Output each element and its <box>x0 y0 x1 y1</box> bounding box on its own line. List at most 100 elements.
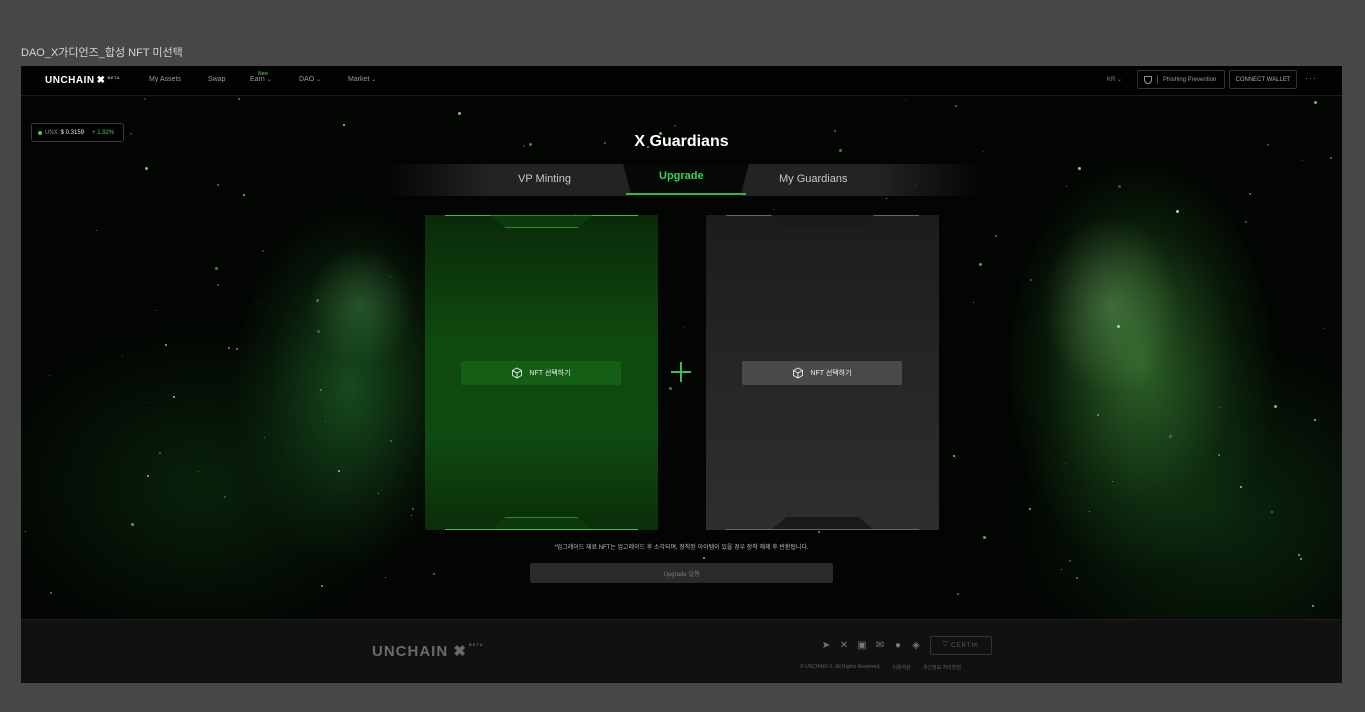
phishing-prevention-button[interactable]: Phishing Prevention <box>1137 70 1225 89</box>
divider <box>1157 75 1158 84</box>
star <box>1029 278 1032 281</box>
telegram-icon[interactable]: ➤ <box>820 640 832 652</box>
star <box>1299 558 1302 561</box>
nft-slot-primary: NFT 선택하기 <box>425 215 658 530</box>
tab-active-indicator <box>626 193 746 195</box>
star <box>217 283 220 286</box>
star <box>238 98 241 101</box>
logo-x-icon: ✖ <box>453 643 467 660</box>
star <box>1313 418 1316 421</box>
footer-links: © UNCHAIN X. All Rights Reserved. 이용약관 개… <box>800 664 961 671</box>
star <box>315 298 319 302</box>
nav-earn[interactable]: Earn ⌄ <box>250 76 272 83</box>
nav-dao[interactable]: DAO ⌄ <box>299 76 321 83</box>
star <box>342 124 345 127</box>
star <box>773 208 775 210</box>
nav-my-assets[interactable]: My Assets <box>149 76 181 83</box>
card-notch <box>771 215 874 228</box>
star <box>904 99 906 101</box>
footer-logo[interactable]: UNCHAIN ✖ BETA <box>372 642 484 660</box>
star <box>48 374 50 376</box>
frame-label: DAO_X가디언즈_합성 NFT 미선택 <box>21 47 183 59</box>
more-icon[interactable]: ··· <box>1305 73 1317 83</box>
star <box>378 492 380 494</box>
star <box>155 310 157 312</box>
nft-slot-material: NFT 선택하기 <box>706 215 939 530</box>
star <box>95 230 97 232</box>
logo-x-icon: ✖ <box>96 75 106 86</box>
shield-icon <box>1144 75 1152 84</box>
copyright: © UNCHAIN X. All Rights Reserved. <box>800 664 881 670</box>
star <box>146 401 148 403</box>
select-nft-button-material[interactable]: NFT 선택하기 <box>742 361 902 385</box>
star <box>389 439 392 442</box>
logo[interactable]: UNCHAIN ✖ BETA <box>45 75 120 86</box>
mail-icon[interactable]: ✉ <box>874 640 886 652</box>
social-links: ➤ ✕ ▣ ✉ ● ◈ ⛉ CERTIK <box>820 636 992 655</box>
cube-icon <box>793 367 804 379</box>
nav-swap-label: Swap <box>208 76 226 83</box>
star <box>321 584 324 587</box>
star <box>143 98 146 101</box>
star <box>983 536 987 540</box>
gitbook-icon[interactable]: ◈ <box>910 640 922 652</box>
star <box>257 302 259 304</box>
nav-swap[interactable]: Swap <box>208 76 226 83</box>
star <box>1061 569 1063 571</box>
star <box>1077 167 1081 171</box>
star <box>994 235 997 238</box>
medium-icon[interactable]: ▣ <box>856 640 868 652</box>
star <box>242 193 245 196</box>
star <box>982 151 984 153</box>
star <box>172 396 175 399</box>
star <box>411 508 414 511</box>
certik-badge[interactable]: ⛉ CERTIK <box>930 636 992 655</box>
star <box>145 166 149 170</box>
footer: UNCHAIN ✖ BETA ➤ ✕ ▣ ✉ ● ◈ ⛉ CERTIK © UNC… <box>21 619 1342 683</box>
plus-icon <box>671 362 691 382</box>
star <box>1323 327 1324 329</box>
connect-wallet-button[interactable]: CONNECT WALLET <box>1229 70 1297 89</box>
star <box>1302 160 1304 162</box>
terms-link[interactable]: 이용약관 <box>892 664 910 671</box>
select-nft-button-primary[interactable]: NFT 선택하기 <box>461 361 621 385</box>
logo-beta: BETA <box>107 75 121 80</box>
github-icon[interactable]: ● <box>892 640 904 652</box>
star <box>1314 100 1318 104</box>
star <box>389 275 391 277</box>
star <box>1330 157 1333 160</box>
star <box>457 112 461 116</box>
tab-bar: VP Minting Upgrade My Guardians <box>383 164 983 196</box>
tab-upgrade[interactable]: Upgrade <box>659 170 704 182</box>
star <box>1298 554 1301 557</box>
star <box>886 197 888 199</box>
star <box>1076 577 1079 580</box>
cube-icon <box>512 367 523 379</box>
star <box>159 451 162 454</box>
upgrade-execute-button[interactable]: Upgrade 실행 <box>530 563 833 583</box>
star <box>1217 453 1220 456</box>
language-select[interactable]: KR ⌄ <box>1107 76 1122 83</box>
star <box>324 421 326 423</box>
card-edge <box>726 529 919 530</box>
star <box>1112 480 1114 482</box>
nav-market[interactable]: Market ⌄ <box>348 76 376 83</box>
tab-vp-minting[interactable]: VP Minting <box>518 173 571 185</box>
star <box>432 573 435 576</box>
x-icon[interactable]: ✕ <box>838 640 850 652</box>
star <box>263 436 265 438</box>
star <box>411 515 413 517</box>
star <box>1096 414 1099 417</box>
certik-label: CERTIK <box>951 642 980 649</box>
star <box>957 593 960 596</box>
star <box>384 577 386 579</box>
star <box>673 124 676 127</box>
star <box>955 457 957 459</box>
tab-my-guardians[interactable]: My Guardians <box>779 173 847 185</box>
star <box>316 329 320 333</box>
star <box>1168 435 1172 439</box>
star <box>338 470 341 473</box>
logo-text: UNCHAIN <box>45 75 95 86</box>
privacy-link[interactable]: 개인정보 처리방침 <box>923 664 961 671</box>
star <box>223 496 226 498</box>
